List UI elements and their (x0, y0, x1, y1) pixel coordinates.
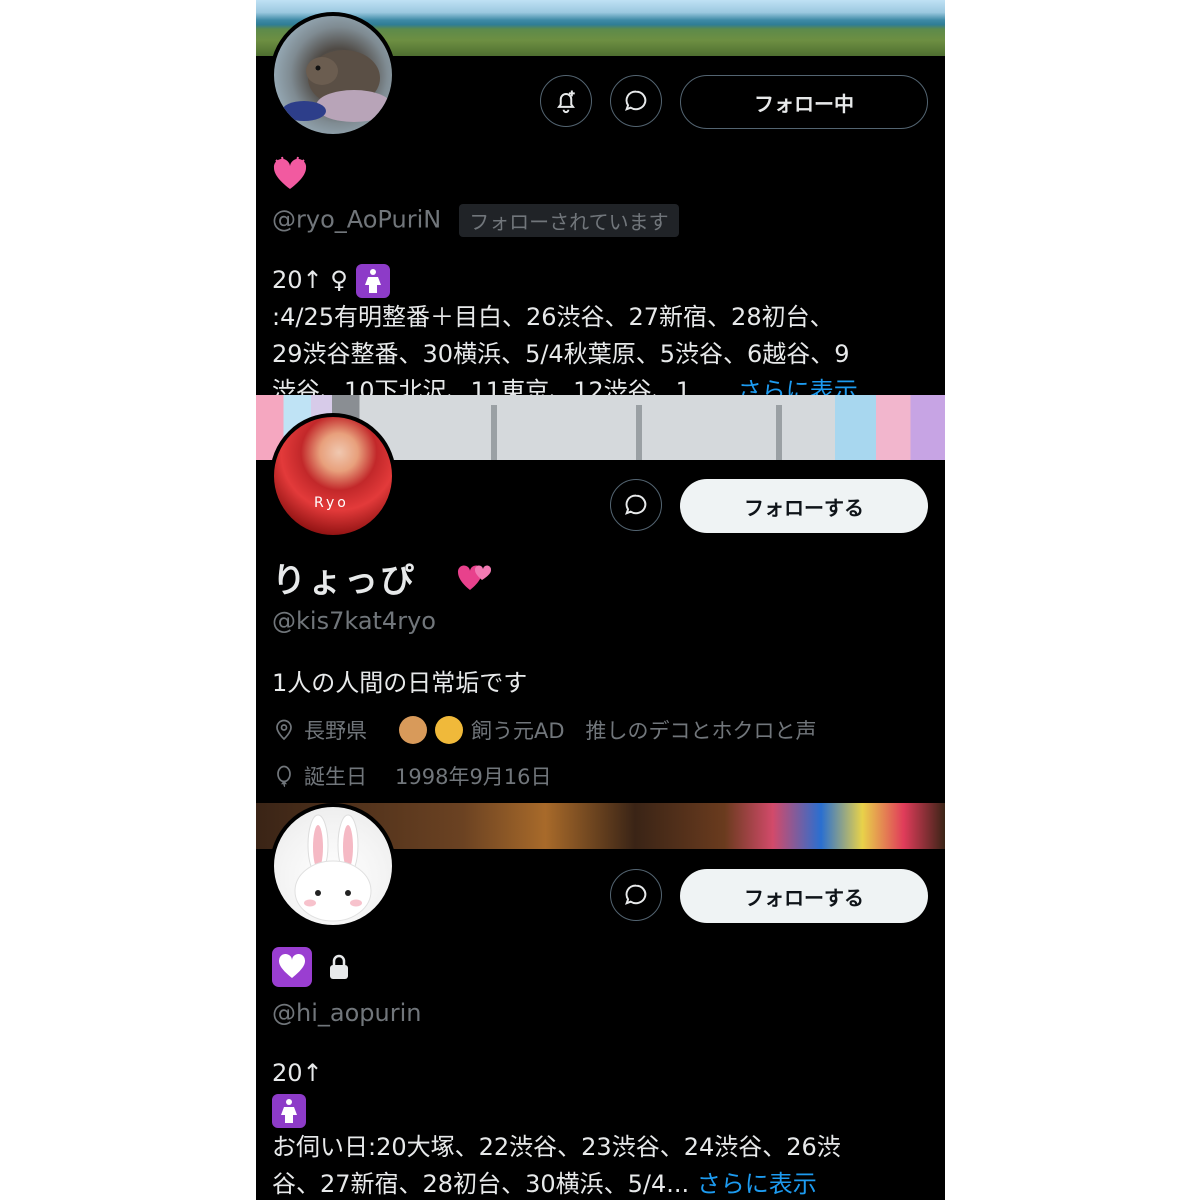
bio-line: 29渋谷整番、30横浜、5/4秋葉原、5渋谷、6越谷、9 (272, 340, 850, 368)
bunny-illustration (294, 814, 372, 922)
balloon-icon (277, 765, 291, 788)
location-pin-icon (276, 719, 292, 741)
profile-card-1: フォロー中 @ryo_AoPuriN フォローされています 20↑ ♀ :4/25… (256, 0, 945, 395)
bio: 20↑ ♀ :4/25有明整番＋目白、26渋谷、27新宿、28初台、 29渋谷整… (272, 262, 929, 395)
dog-face-icon (399, 716, 427, 744)
growing-heart-icon (273, 156, 307, 189)
two-hearts-icon (457, 564, 492, 590)
bio-line: 谷、27新宿、28初台、30横浜、5/4... さらに表示 (272, 1170, 817, 1198)
location-row: 長野県 飼う元AD 推しのデコとホクロと声 (272, 715, 817, 745)
otter-illustration (282, 50, 392, 122)
message-button[interactable] (610, 479, 662, 531)
message-bubble-icon (625, 90, 647, 111)
display-name: りょっぴ (272, 561, 416, 601)
follow-button[interactable]: フォローする (680, 479, 928, 533)
female-sign-icon (272, 1094, 306, 1128)
birthday-label: 誕生日 (304, 765, 367, 789)
display-name-row (272, 947, 352, 987)
birthday-date: 1998年9月16日 (395, 765, 552, 789)
message-bubble-icon (625, 494, 647, 515)
avatar-text: Ryo (314, 495, 349, 511)
profile-card-2: Ryo フォローする りょっぴ @kis7kat4ryo 1人の人間の日常垢です… (256, 395, 945, 803)
bio-line: 20↑ (272, 1059, 323, 1087)
notification-bell-button[interactable] (540, 75, 592, 127)
female-sign-icon (355, 264, 390, 298)
bio: 20↑ お伺い日:20大塚、22渋谷、23渋谷、24渋谷、26渋 谷、27新宿、… (272, 1055, 929, 1200)
location: 長野県 (304, 719, 367, 743)
show-more-link[interactable]: さらに表示 (697, 1170, 817, 1198)
avatar[interactable] (270, 12, 396, 138)
message-button[interactable] (610, 869, 662, 921)
cat-face-icon (435, 716, 463, 744)
bio-line: お伺い日:20大塚、22渋谷、23渋谷、24渋谷、26渋 (272, 1133, 841, 1161)
message-bubble-icon (625, 884, 647, 905)
follows-you-badge: フォローされています (459, 204, 679, 237)
birthday-row: 誕生日 1998年9月16日 (272, 761, 552, 791)
username: @hi_aopurin (272, 999, 422, 1027)
message-button[interactable] (610, 75, 662, 127)
bio-line (272, 1092, 929, 1129)
white-heart-icon (272, 947, 312, 987)
show-more-link[interactable]: さらに表示 (738, 377, 858, 395)
username: @ryo_AoPuriN (272, 205, 442, 234)
bio-line: 20↑ ♀ (272, 262, 929, 299)
avatar[interactable] (270, 803, 396, 929)
lock-icon (330, 954, 348, 979)
username-row: @ryo_AoPuriN フォローされています (272, 204, 679, 237)
bio-line: 渋谷、10下北沢、11東京、12渋谷、1... さらに表示 (272, 373, 929, 395)
bio-extra: 飼う元AD 推しのデコとホクロと声 (471, 719, 817, 743)
follow-button[interactable]: フォローする (680, 869, 928, 923)
profile-card-3: フォローする @hi_aopurin 20↑ お伺い日:20大塚、22渋谷、23… (256, 803, 945, 1200)
bio: 1人の人間の日常垢です (272, 669, 528, 697)
bio-line: :4/25有明整番＋目白、26渋谷、27新宿、28初台、 (272, 303, 834, 331)
avatar[interactable]: Ryo (270, 413, 396, 539)
display-name-row: りょっぴ (272, 553, 492, 602)
username: @kis7kat4ryo (272, 607, 436, 635)
display-name-row (272, 156, 308, 192)
bell-plus-icon (557, 90, 575, 114)
following-button[interactable]: フォロー中 (680, 75, 928, 129)
